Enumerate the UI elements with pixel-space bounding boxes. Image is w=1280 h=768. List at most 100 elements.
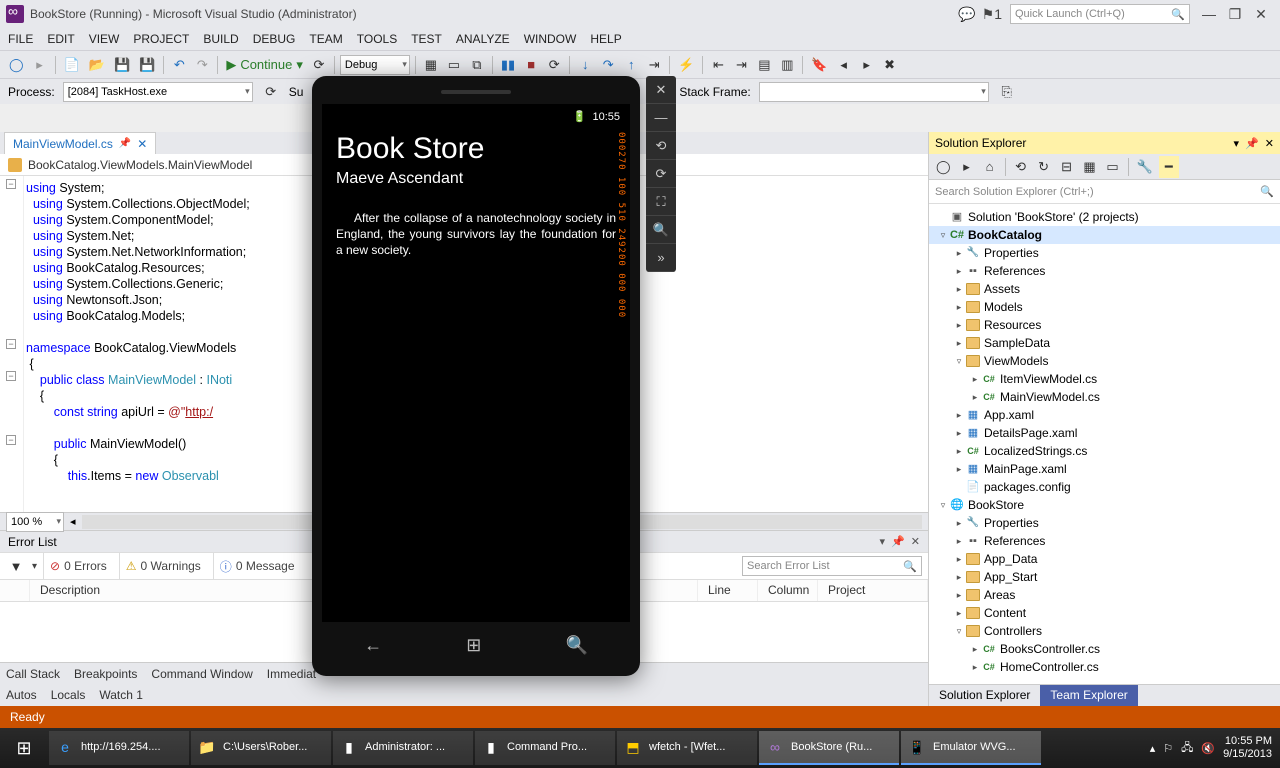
tree-content[interactable]: ▸Content (929, 604, 1280, 622)
task-wfetch[interactable]: ⬒wfetch - [Wfet... (617, 731, 757, 765)
task-visualstudio[interactable]: ∞BookStore (Ru... (759, 731, 899, 765)
menu-analyze[interactable]: ANALYZE (456, 32, 510, 46)
undo-button[interactable]: ↶ (169, 54, 189, 76)
quick-launch-input[interactable]: Quick Launch (Ctrl+Q)🔍 (1010, 4, 1190, 24)
tab-commandwindow[interactable]: Command Window (151, 667, 252, 681)
se-active-icon[interactable]: ━ (1159, 156, 1179, 178)
phone-search-button[interactable]: 🔍 (565, 635, 587, 656)
tree-references2[interactable]: ▸▪▪References (929, 532, 1280, 550)
tree-properties2[interactable]: ▸Properties (929, 514, 1280, 532)
se-home-icon[interactable]: ⌂ (980, 156, 1000, 178)
menu-view[interactable]: VIEW (89, 32, 120, 46)
next-bookmark-icon[interactable]: ▸ (857, 54, 877, 76)
se-close-icon[interactable]: ✕ (1265, 137, 1274, 150)
close-tab-icon[interactable]: ✕ (137, 137, 147, 151)
tree-references[interactable]: ▸▪▪References (929, 262, 1280, 280)
tree-solution[interactable]: ▣Solution 'BookStore' (2 projects) (929, 208, 1280, 226)
menu-team[interactable]: TEAM (309, 32, 342, 46)
step-out-button[interactable]: ↑ (621, 54, 641, 76)
tree-homecontroller[interactable]: ▸C#HomeController.cs (929, 658, 1280, 676)
minimize-button[interactable]: ― (1196, 6, 1222, 22)
col-column[interactable]: Column (758, 580, 818, 601)
save-button[interactable]: 💾 (111, 54, 133, 76)
tree-mainviewmodel[interactable]: ▸C#MainViewModel.cs (929, 388, 1280, 406)
tab-solution-explorer[interactable]: Solution Explorer (929, 685, 1040, 706)
prev-bookmark-icon[interactable]: ◂ (834, 54, 854, 76)
tray-clock[interactable]: 10:55 PM9/15/2013 (1223, 735, 1272, 761)
run-to-cursor-button[interactable]: ⇥ (644, 54, 664, 76)
task-cmd-admin[interactable]: ▮Administrator: ... (333, 731, 473, 765)
warnings-count[interactable]: ⚠0 Warnings (119, 553, 207, 579)
tree-packages[interactable]: 📄packages.config (929, 478, 1280, 496)
errors-count[interactable]: ⊘0 Errors (43, 553, 113, 579)
tray-network-icon[interactable]: 🖧 (1181, 739, 1193, 758)
continue-button[interactable]: ▶ Continue ▾ (223, 54, 306, 76)
outline-toggle[interactable]: − (6, 179, 16, 189)
config-dropdown[interactable]: Debug (340, 55, 410, 75)
task-explorer[interactable]: 📁C:\Users\Rober... (191, 731, 331, 765)
tree-detailspage[interactable]: ▸▦DetailsPage.xaml (929, 424, 1280, 442)
phone-start-button[interactable]: ⊞ (466, 635, 481, 656)
menu-file[interactable]: FILE (8, 32, 33, 46)
tree-appxaml[interactable]: ▸▦App.xaml (929, 406, 1280, 424)
col-project[interactable]: Project (818, 580, 928, 601)
tree-project-bookstore[interactable]: ▿🌐BookStore (929, 496, 1280, 514)
task-emulator[interactable]: 📱Emulator WVG... (901, 731, 1041, 765)
se-showall-icon[interactable]: ▦ (1080, 156, 1100, 178)
se-refresh-icon[interactable]: ↻ (1034, 156, 1054, 178)
phone-emulator-window[interactable]: 🔋10:55 Book Store Maeve Ascendant After … (312, 76, 640, 676)
se-search-input[interactable]: Search Solution Explorer (Ctrl+;)🔍 (929, 180, 1280, 204)
tree-properties[interactable]: ▸Properties (929, 244, 1280, 262)
tab-callstack[interactable]: Call Stack (6, 667, 60, 681)
panel-pin-icon[interactable]: 📌 (891, 535, 905, 548)
nav-fwd-button[interactable]: ▸ (30, 54, 50, 76)
close-button[interactable]: ✕ (1248, 6, 1274, 23)
emu-fit-icon[interactable]: ⛶ (646, 188, 676, 216)
stop-button[interactable]: ■ (521, 54, 541, 76)
tree-bookscontroller[interactable]: ▸C#BooksController.cs (929, 640, 1280, 658)
phone-screen[interactable]: 🔋10:55 Book Store Maeve Ascendant After … (322, 104, 630, 622)
tray-action-icon[interactable]: ⚐ (1163, 742, 1173, 755)
outline-toggle[interactable]: − (6, 435, 16, 445)
task-ie[interactable]: ehttp://169.254.... (49, 731, 189, 765)
task-cmd[interactable]: ▮Command Pro... (475, 731, 615, 765)
pin-icon[interactable]: 📌 (119, 138, 131, 149)
tree-controllers[interactable]: ▿Controllers (929, 622, 1280, 640)
doc-tab-mainviewmodel[interactable]: MainViewModel.cs 📌 ✕ (4, 132, 156, 154)
comment-icon[interactable]: ▤ (754, 54, 774, 76)
stackframe-dropdown[interactable] (759, 82, 989, 102)
zoom-dropdown[interactable]: 100 % (6, 512, 64, 532)
se-pin-icon[interactable]: 📌 (1245, 137, 1259, 150)
cascade-icon[interactable]: ⧉ (467, 54, 487, 76)
thread-icon[interactable]: ⎘ (997, 81, 1017, 103)
tree-project-bookcatalog[interactable]: ▿C#BookCatalog (929, 226, 1280, 244)
tab-immediate[interactable]: Immediat (267, 667, 316, 681)
se-back-icon[interactable]: ◯ (933, 156, 954, 178)
menu-test[interactable]: TEST (411, 32, 442, 46)
menu-build[interactable]: BUILD (203, 32, 238, 46)
emu-close-icon[interactable]: ✕ (646, 76, 676, 104)
se-menu-icon[interactable]: ▾ (1234, 137, 1240, 150)
emu-more-icon[interactable]: » (646, 244, 676, 272)
step-into-button[interactable]: ↓ (575, 54, 595, 76)
tray-sound-icon[interactable]: 🔇 (1201, 742, 1215, 755)
phone-back-button[interactable]: ← (364, 635, 382, 656)
panel-menu-icon[interactable]: ▾ (880, 535, 886, 548)
diag-icon[interactable]: ⚡ (675, 54, 697, 76)
system-tray[interactable]: ▴ ⚐ 🖧 🔇 10:55 PM9/15/2013 (1142, 735, 1280, 761)
tree-localizedstrings[interactable]: ▸C#LocalizedStrings.cs (929, 442, 1280, 460)
tree-assets[interactable]: ▸Assets (929, 280, 1280, 298)
se-fwd-icon[interactable]: ▸ (957, 156, 977, 178)
refresh-button[interactable]: ⟳ (309, 54, 329, 76)
menu-help[interactable]: HELP (590, 32, 621, 46)
notifications-flag-icon[interactable]: ⚑1 (982, 6, 1002, 23)
open-file-button[interactable]: 📂 (86, 54, 108, 76)
clear-bookmark-icon[interactable]: ✖ (880, 54, 900, 76)
panel-close-icon[interactable]: ✕ (911, 535, 920, 548)
bookmark-icon[interactable]: 🔖 (808, 54, 830, 76)
process-dropdown[interactable]: [2084] TaskHost.exe (63, 82, 253, 102)
redo-button[interactable]: ↷ (192, 54, 212, 76)
step-over-button[interactable]: ↷ (598, 54, 618, 76)
process-refresh-icon[interactable]: ⟳ (261, 81, 281, 103)
start-button[interactable]: ⊞ (0, 728, 48, 768)
